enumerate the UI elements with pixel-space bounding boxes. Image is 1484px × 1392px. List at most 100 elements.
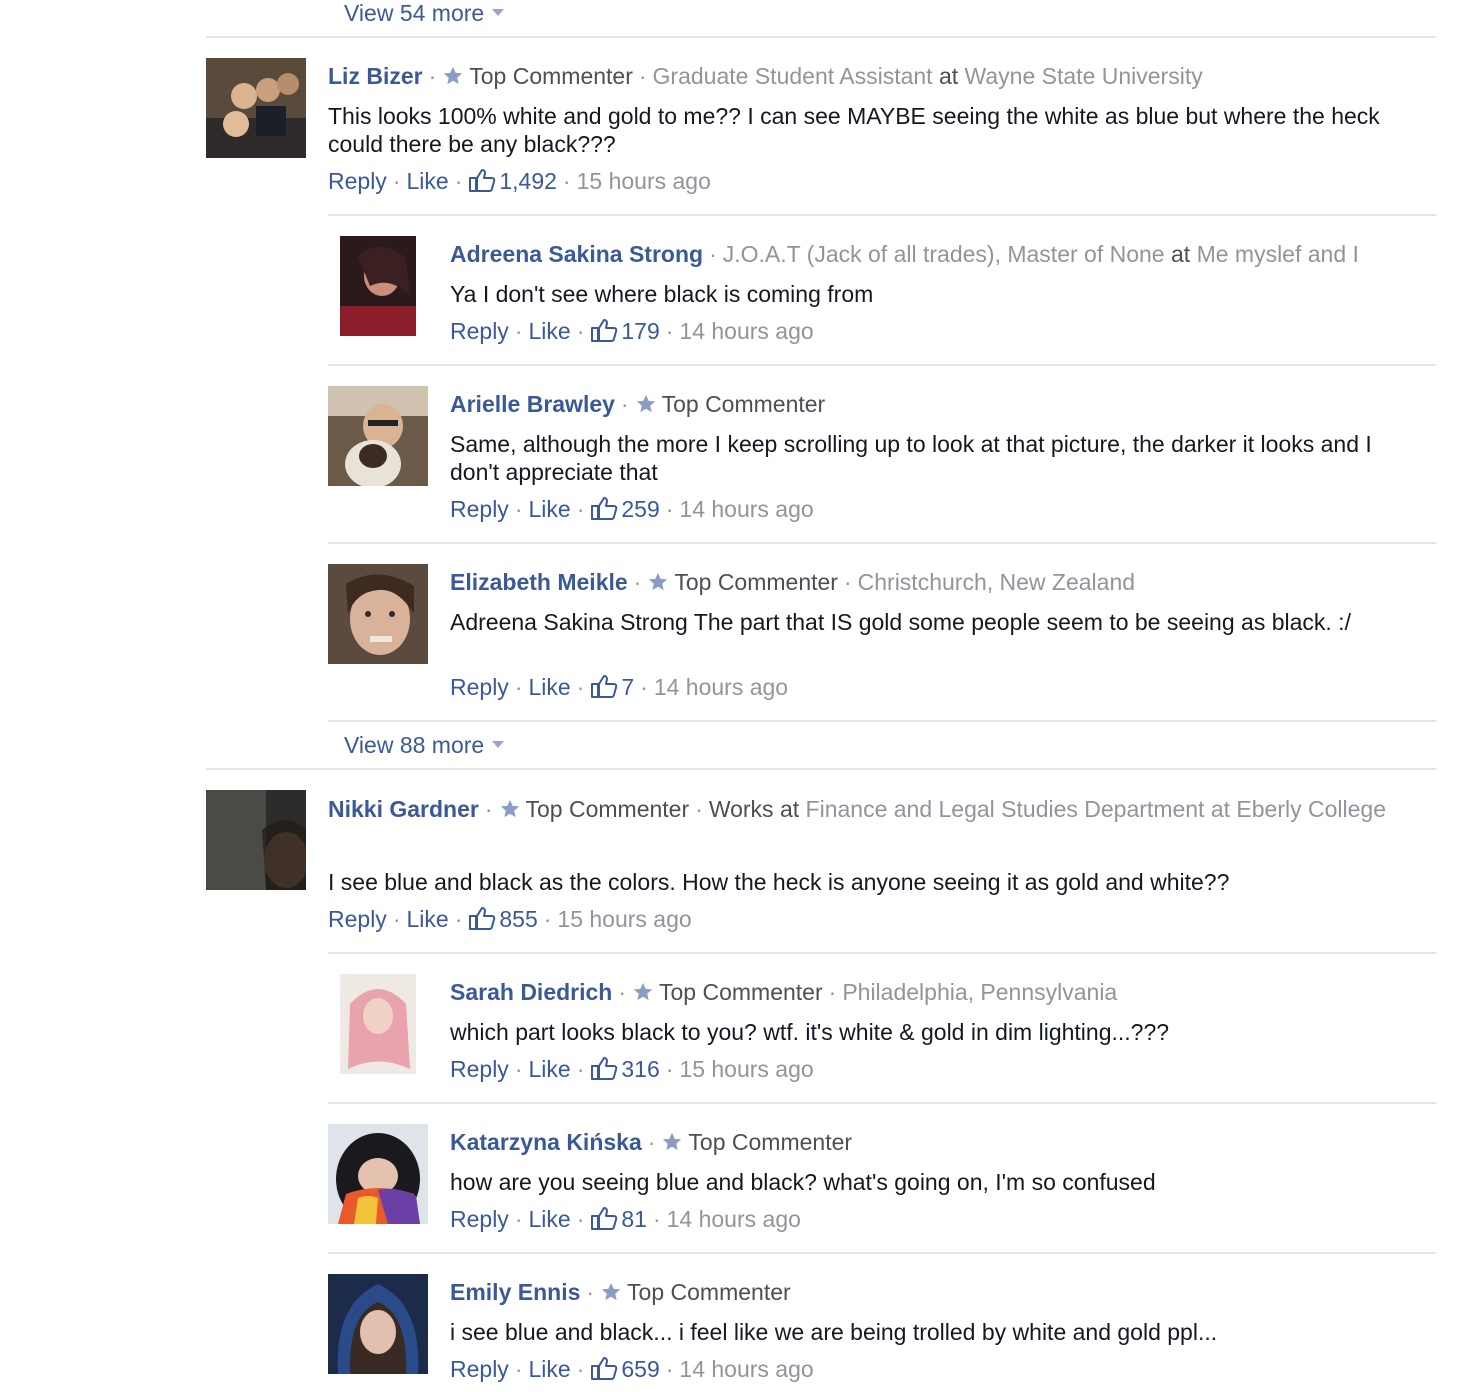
avatar[interactable] xyxy=(328,1274,428,1374)
like-count-value: 7 xyxy=(621,674,635,700)
like-count[interactable]: 179 xyxy=(590,318,660,344)
like-link[interactable]: Like xyxy=(528,1056,570,1082)
like-count-value: 81 xyxy=(621,1206,647,1232)
top-commenter-badge: Top Commenter xyxy=(661,391,826,417)
like-count[interactable]: 855 xyxy=(468,906,538,932)
like-link[interactable]: Like xyxy=(406,168,448,194)
thumbs-up-icon xyxy=(469,907,496,930)
caret-down-icon xyxy=(492,9,505,17)
commenter-name[interactable]: Liz Bizer xyxy=(328,63,423,89)
work-prefix: Works at xyxy=(708,796,800,822)
divider xyxy=(328,952,1436,954)
like-link[interactable]: Like xyxy=(528,1206,570,1232)
top-commenter-badge: Top Commenter xyxy=(469,63,633,89)
top-commenter-badge: Top Commenter xyxy=(659,979,823,1005)
like-count-value: 659 xyxy=(621,1356,660,1382)
like-count-value: 1,492 xyxy=(499,168,557,194)
reply-link[interactable]: Reply xyxy=(450,496,509,522)
timestamp[interactable]: 14 hours ago xyxy=(679,318,813,344)
thumbs-up-icon xyxy=(591,319,618,342)
top-commenter-badge: Top Commenter xyxy=(674,569,838,595)
reply-header: Arielle Brawley · Top Commenter xyxy=(450,391,826,417)
top-commenter-badge: Top Commenter xyxy=(627,1279,791,1305)
timestamp[interactable]: 15 hours ago xyxy=(577,168,711,194)
reply-header: Katarzyna Kińska · Top Commenter xyxy=(450,1129,853,1155)
timestamp[interactable]: 14 hours ago xyxy=(654,674,788,700)
reply-actions: Reply · Like · 659 · 14 hours ago xyxy=(450,1356,814,1382)
comment-header: Nikki Gardner · Top Commenter · Works at Fin… xyxy=(328,796,1386,822)
view-more-link[interactable]: View 54 more xyxy=(344,0,505,27)
reply-link[interactable]: Reply xyxy=(450,318,509,344)
commenter-name[interactable]: Elizabeth Meikle xyxy=(450,569,628,595)
reply-text: Adreena Sakina Strong The part that IS g… xyxy=(450,609,1351,635)
reply-actions: Reply · Like · 7 · 14 hours ago xyxy=(450,674,789,700)
like-count[interactable]: 1,492 xyxy=(468,168,557,194)
view-more-link[interactable]: View 88 more xyxy=(344,732,505,759)
avatar[interactable] xyxy=(206,58,306,158)
like-link[interactable]: Like xyxy=(406,906,448,932)
commenter-name[interactable]: Adreena Sakina Strong xyxy=(450,241,703,267)
work-place-link[interactable]: Me myslef and I xyxy=(1197,241,1359,267)
comment-text: I see blue and black as the colors. How … xyxy=(328,869,1230,895)
reply-text: Ya I don't see where black is coming fro… xyxy=(450,281,874,307)
commenter-name[interactable]: Arielle Brawley xyxy=(450,391,615,417)
avatar[interactable] xyxy=(328,564,428,664)
timestamp[interactable]: 14 hours ago xyxy=(679,496,813,522)
reply-text: which part looks black to you? wtf. it's… xyxy=(450,1019,1170,1045)
like-link[interactable]: Like xyxy=(528,496,570,522)
location-link[interactable]: Christchurch, New Zealand xyxy=(858,569,1135,595)
comment-actions: Reply · Like · 855 · 15 hours ago xyxy=(328,906,692,932)
like-count[interactable]: 316 xyxy=(590,1056,660,1082)
star-icon xyxy=(601,1282,621,1301)
work-place-link[interactable]: Finance and Legal Studies Department at … xyxy=(806,796,1386,822)
like-count[interactable]: 81 xyxy=(590,1206,647,1232)
reply-header: Sarah Diedrich · Top Commenter · Philadelphi… xyxy=(450,979,1118,1005)
reply-actions: Reply · Like · 179 · 14 hours ago xyxy=(450,318,814,344)
like-count[interactable]: 659 xyxy=(590,1356,660,1382)
reply-actions: Reply · Like · 81 · 14 hours ago xyxy=(450,1206,801,1232)
avatar[interactable] xyxy=(328,386,428,486)
like-count-value: 179 xyxy=(621,318,660,344)
separator-dot: · xyxy=(428,63,437,89)
like-count-value: 259 xyxy=(621,496,660,522)
timestamp[interactable]: 14 hours ago xyxy=(679,1356,813,1382)
commenter-name[interactable]: Sarah Diedrich xyxy=(450,979,612,1005)
reply-link[interactable]: Reply xyxy=(450,1206,509,1232)
reply-header: Adreena Sakina Strong · J.O.A.T (Jack of a… xyxy=(450,241,1359,267)
commenter-name[interactable]: Emily Ennis xyxy=(450,1279,580,1305)
reply-text: how are you seeing blue and black? what'… xyxy=(450,1169,1156,1195)
reply-link[interactable]: Reply xyxy=(328,168,387,194)
view-more-label: View 54 more xyxy=(344,0,485,26)
commenter-name[interactable]: Katarzyna Kińska xyxy=(450,1129,642,1155)
avatar[interactable] xyxy=(340,236,416,336)
reply-link[interactable]: Reply xyxy=(328,906,387,932)
avatar[interactable] xyxy=(340,974,416,1074)
like-link[interactable]: Like xyxy=(528,1356,570,1382)
like-link[interactable]: Like xyxy=(528,318,570,344)
location-link[interactable]: Philadelphia, Pennsylvania xyxy=(842,979,1117,1005)
view-more-label: View 88 more xyxy=(344,732,485,758)
star-icon xyxy=(444,66,463,85)
like-count-value: 855 xyxy=(499,906,538,932)
comment-header: Liz Bizer · Top Commenter · Graduate Student… xyxy=(328,63,1203,89)
reply-actions: Reply · Like · 259 · 14 hours ago xyxy=(450,496,814,522)
reply-link[interactable]: Reply xyxy=(450,674,509,700)
reply-link[interactable]: Reply xyxy=(450,1356,509,1382)
timestamp[interactable]: 15 hours ago xyxy=(679,1056,813,1082)
work-at: at xyxy=(1170,241,1191,267)
like-count[interactable]: 259 xyxy=(590,496,660,522)
work-place-link[interactable]: Wayne State University xyxy=(965,63,1203,89)
avatar[interactable] xyxy=(328,1124,428,1224)
work-title: J.O.A.T (Jack of all trades), Master of … xyxy=(722,241,1165,267)
timestamp[interactable]: 14 hours ago xyxy=(667,1206,801,1232)
like-count[interactable]: 7 xyxy=(590,674,634,700)
comment-actions: Reply · Like · 1,492 · 15 hours ago xyxy=(328,168,711,194)
reply-text: i see blue and black... i feel like we a… xyxy=(450,1319,1218,1345)
like-link[interactable]: Like xyxy=(528,674,570,700)
like-count-value: 316 xyxy=(621,1056,660,1082)
commenter-name[interactable]: Nikki Gardner xyxy=(328,796,479,822)
timestamp[interactable]: 15 hours ago xyxy=(557,906,691,932)
avatar[interactable] xyxy=(206,790,306,890)
reply-link[interactable]: Reply xyxy=(450,1056,509,1082)
divider xyxy=(206,768,1436,770)
